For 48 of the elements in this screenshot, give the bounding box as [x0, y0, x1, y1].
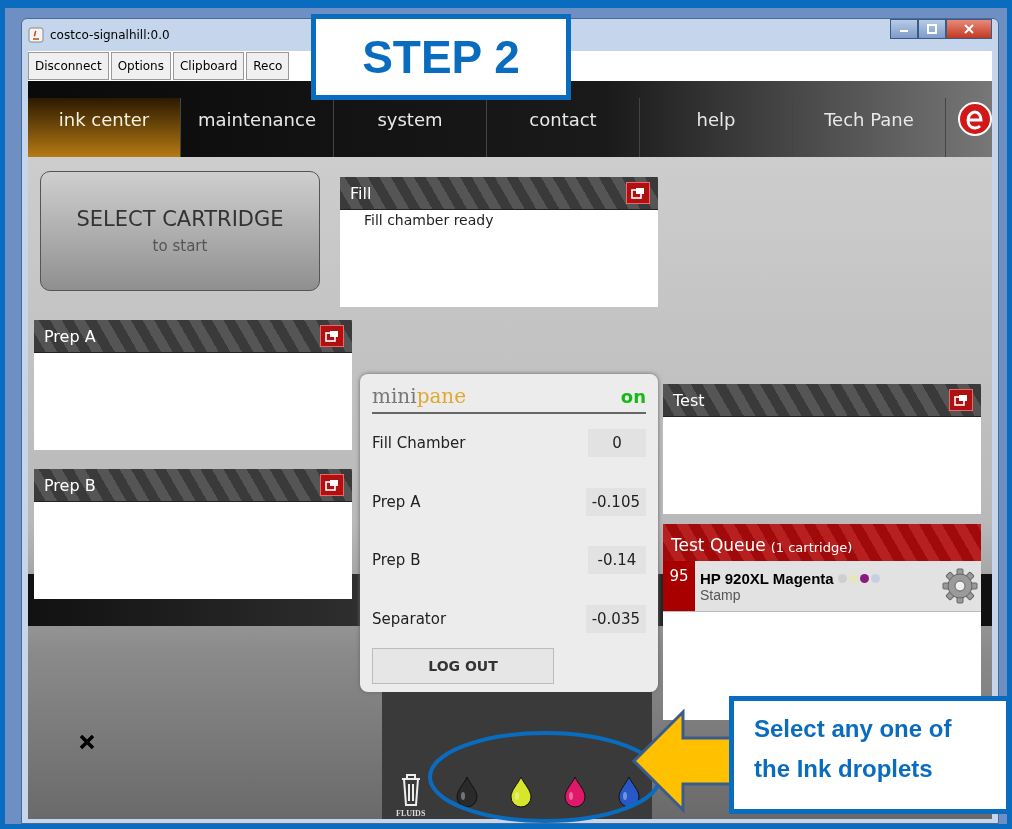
java-icon — [28, 27, 44, 43]
restore-button[interactable] — [626, 182, 650, 204]
pane-title: Prep A — [44, 326, 96, 346]
toolbar-button[interactable]: Options — [110, 52, 171, 80]
pane-title: Fill — [350, 183, 372, 203]
pane-title: Test — [673, 390, 705, 410]
restore-icon — [631, 187, 645, 199]
toolbar-button[interactable]: Clipboard — [173, 52, 245, 80]
select-cartridge-button[interactable]: SELECT CARTRIDGE to start — [40, 171, 320, 291]
item-number: 95 — [663, 561, 695, 611]
restore-button[interactable] — [949, 389, 973, 411]
logo-icon — [958, 102, 992, 136]
restore-icon — [325, 479, 339, 491]
reading-value: -0.035 — [585, 604, 646, 633]
toolbar-button[interactable]: Reco — [246, 52, 290, 80]
queue-item[interactable]: 95 HP 920XL Magenta Stamp — [663, 561, 981, 612]
window-title: costco-signalhill:0.0 — [50, 28, 170, 42]
restore-icon — [325, 330, 339, 342]
brand-logo: minipane — [372, 384, 467, 408]
restore-button[interactable] — [320, 474, 344, 496]
status-label: on — [620, 385, 646, 407]
logout-button[interactable]: LOG OUT — [372, 648, 554, 684]
reading-value: -0.14 — [588, 546, 646, 575]
reading-label: Separator — [372, 609, 447, 628]
cartridge-name: HP 920XL Magenta — [700, 569, 834, 587]
maximize-button[interactable] — [918, 19, 946, 39]
reading-label: Fill Chamber — [372, 434, 466, 453]
gear-icon[interactable] — [941, 567, 979, 605]
queue-count: (1 cartridge) — [770, 540, 853, 555]
restore-button[interactable] — [320, 325, 344, 347]
status-message: Fill chamber ready — [364, 212, 495, 228]
restore-icon — [954, 394, 968, 406]
reading-value: -0.105 — [585, 487, 646, 516]
reading-label: Prep A — [372, 492, 421, 511]
step-label: STEP 2 — [311, 14, 571, 100]
close-icon[interactable] — [78, 733, 96, 751]
ink-droplet-icon[interactable] — [563, 776, 588, 808]
queue-title: Test Queue — [671, 535, 766, 555]
ink-droplet-icon[interactable] — [509, 776, 534, 808]
cartridge-type: Stamp — [700, 586, 742, 603]
minimize-button[interactable] — [890, 19, 918, 39]
reading-value: 0 — [588, 429, 646, 458]
close-button[interactable] — [946, 19, 992, 39]
fluids-label: FLUIDS — [396, 809, 426, 818]
pane-title: Prep B — [44, 475, 96, 495]
toolbar-button[interactable]: Disconnect — [28, 52, 109, 80]
nav-tab[interactable]: ink center — [28, 98, 181, 157]
reading-label: Prep B — [372, 551, 421, 570]
